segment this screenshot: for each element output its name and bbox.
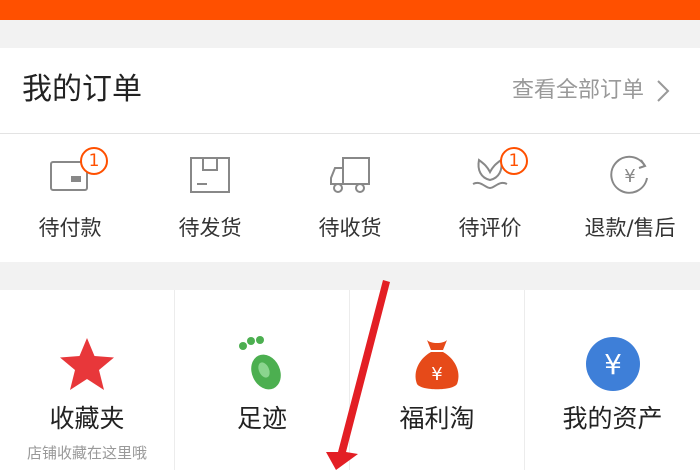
yen-symbol: ¥	[624, 166, 635, 187]
yen-symbol: ¥	[604, 348, 622, 381]
pending-payment-count-badge: 1	[80, 147, 108, 175]
order-status-label: 待收货	[318, 216, 382, 240]
footprint-tile[interactable]: 足迹	[175, 290, 350, 470]
tool-subtitle: 店铺收藏在这里哦	[26, 444, 147, 462]
tool-name: 福利淘	[399, 404, 475, 433]
order-status-label: 退款/售后	[584, 216, 676, 240]
view-all-orders-label: 查看全部订单	[511, 78, 644, 103]
my-assets-tile[interactable]: ¥ 我的资产	[525, 290, 700, 470]
welfare-tile[interactable]: ¥ 福利淘	[350, 290, 525, 470]
pending-review-count-badge: 1	[500, 147, 528, 175]
order-status-row: 1 待付款 待发货 待收货 1 待评价 ¥ 退款/售后	[0, 134, 700, 262]
orders-header[interactable]: 我的订单 查看全部订单	[0, 48, 700, 134]
refund-yen-icon: ¥	[610, 155, 648, 194]
footprint-icon	[239, 336, 281, 390]
order-status-pending-receipt[interactable]: 待收货	[280, 134, 420, 262]
chevron-right-icon	[657, 80, 670, 102]
order-status-pending-shipment[interactable]: 待发货	[140, 134, 280, 262]
orders-title: 我的订单	[22, 72, 142, 107]
favorites-tile[interactable]: 收藏夹 店铺收藏在这里哦	[0, 290, 175, 470]
section-gap	[0, 262, 700, 290]
app-header-bar	[0, 0, 700, 20]
yen-coin-icon: ¥	[585, 337, 640, 391]
order-status-label: 待付款	[38, 216, 102, 240]
star-icon	[60, 338, 114, 390]
package-icon	[190, 157, 230, 193]
tools-grid: 收藏夹 店铺收藏在这里哦 足迹 ¥ 福利淘 ¥ 我的资产	[0, 290, 700, 470]
order-status-pending-review[interactable]: 1 待评价	[420, 134, 560, 262]
tool-name: 收藏夹	[49, 404, 125, 433]
view-all-orders-link[interactable]: 查看全部订单	[512, 74, 670, 108]
section-gap	[0, 20, 700, 48]
truck-icon	[330, 157, 370, 193]
order-status-refund-after-sale[interactable]: ¥ 退款/售后	[560, 134, 700, 262]
yen-symbol: ¥	[431, 364, 442, 385]
order-status-label: 待评价	[458, 216, 522, 240]
tool-name: 足迹	[236, 404, 287, 433]
money-bag-icon: ¥	[415, 340, 459, 390]
my-orders-card: 我的订单 查看全部订单 1 待付款 待发货 待收货 1 待评价 ¥ 退款/售后	[0, 48, 700, 262]
order-status-label: 待发货	[178, 216, 242, 240]
tool-name: 我的资产	[562, 404, 663, 433]
order-status-pending-payment[interactable]: 1 待付款	[0, 134, 140, 262]
